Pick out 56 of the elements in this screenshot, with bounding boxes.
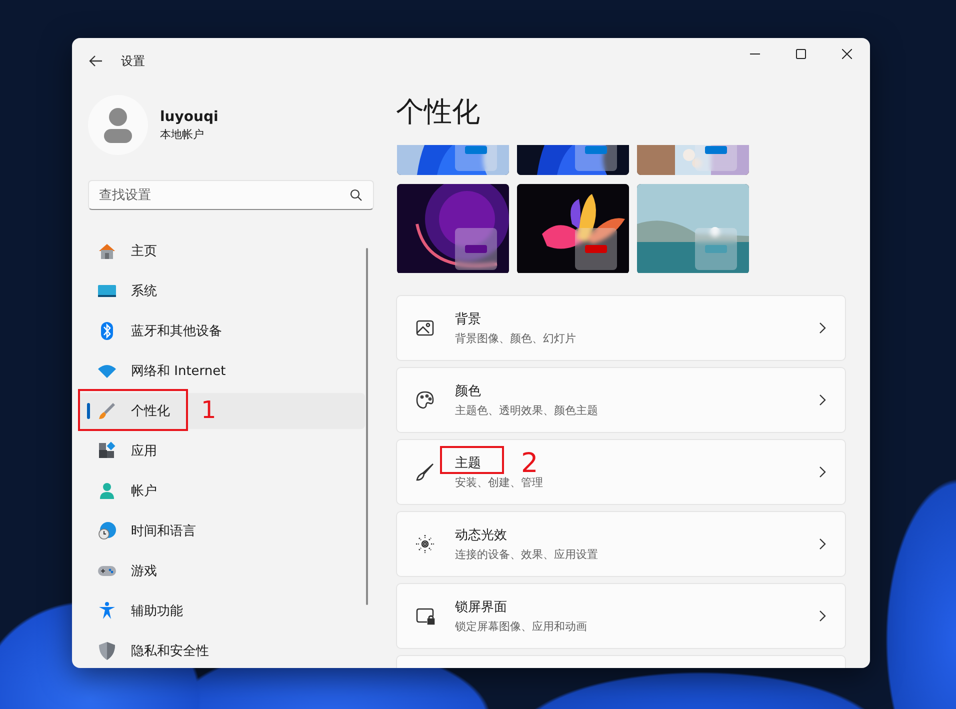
maximize-icon bbox=[796, 49, 806, 59]
card-subtitle: 锁定屏幕图像、应用和动画 bbox=[455, 619, 587, 634]
chevron-icon bbox=[819, 322, 827, 334]
person-icon bbox=[97, 481, 117, 501]
nav-item[interactable]: 辅助功能 bbox=[78, 593, 365, 629]
nav-item[interactable]: 蓝牙和其他设备 bbox=[78, 313, 365, 349]
nav-item[interactable]: 游戏 bbox=[78, 553, 365, 589]
chevron-icon bbox=[819, 466, 827, 478]
close-icon bbox=[842, 49, 852, 59]
user-name: luyouqi bbox=[160, 108, 218, 124]
card-title: 颜色 bbox=[455, 383, 481, 400]
nav-item[interactable]: 帐户 bbox=[78, 473, 365, 509]
palette-icon bbox=[415, 390, 435, 410]
card-title: 锁屏界面 bbox=[455, 599, 507, 616]
chevron-icon bbox=[819, 610, 827, 622]
nav-item[interactable]: 应用 bbox=[78, 433, 365, 469]
selection-indicator bbox=[87, 403, 90, 419]
search-field[interactable]: 查找设置 bbox=[88, 180, 374, 210]
back-arrow-icon bbox=[89, 54, 103, 68]
settings-card[interactable]: 背景 背景图像、颜色、幻灯片 bbox=[396, 295, 846, 361]
settings-card[interactable]: 颜色 主题色、透明效果、颜色主题 bbox=[396, 367, 846, 433]
account-type: 本地帐户 bbox=[160, 126, 205, 142]
nav-item[interactable]: 网络和 Internet bbox=[78, 353, 365, 389]
brush-icon bbox=[97, 401, 117, 421]
settings-card[interactable]: 主题 安装、创建、管理 2 bbox=[396, 439, 846, 505]
sparkle-icon bbox=[415, 534, 435, 554]
settings-card[interactable]: 锁屏界面 锁定屏幕图像、应用和动画 bbox=[396, 583, 846, 649]
annotation-number: 2 bbox=[521, 450, 538, 477]
window-title: 设置 bbox=[121, 52, 145, 70]
brush-icon bbox=[415, 462, 435, 482]
accessibility-icon bbox=[97, 601, 117, 621]
lock-screen-icon bbox=[415, 606, 435, 626]
card-title: 主题 bbox=[455, 455, 481, 472]
card-subtitle: 安装、创建、管理 bbox=[455, 475, 543, 490]
nav-item[interactable]: 系统 bbox=[78, 273, 365, 309]
annotation-box bbox=[440, 446, 504, 474]
nav-item[interactable]: 隐私和安全性 bbox=[78, 633, 365, 668]
image-icon bbox=[415, 318, 435, 338]
card-subtitle: 连接的设备、效果、应用设置 bbox=[455, 547, 598, 562]
card-title: 动态光效 bbox=[455, 527, 507, 544]
apps-icon bbox=[97, 441, 117, 461]
globe-clock-icon bbox=[97, 521, 117, 541]
search-icon bbox=[350, 189, 362, 201]
settings-card[interactable]: 动态光效 连接的设备、效果、应用设置 bbox=[396, 511, 846, 577]
nav-item[interactable]: 主页 bbox=[78, 233, 365, 269]
page-title: 个性化 bbox=[396, 94, 481, 130]
card-title: 背景 bbox=[455, 311, 481, 328]
annotation-number: 1 bbox=[201, 398, 216, 422]
card-subtitle: 背景图像、颜色、幻灯片 bbox=[455, 331, 576, 346]
chevron-icon bbox=[819, 538, 827, 550]
card-subtitle: 主题色、透明效果、颜色主题 bbox=[455, 403, 598, 418]
chevron-icon bbox=[819, 394, 827, 406]
shield-icon bbox=[97, 641, 117, 661]
nav-item[interactable]: 时间和语言 bbox=[78, 513, 365, 549]
home-icon bbox=[97, 241, 117, 261]
scrollbar[interactable] bbox=[366, 248, 368, 605]
